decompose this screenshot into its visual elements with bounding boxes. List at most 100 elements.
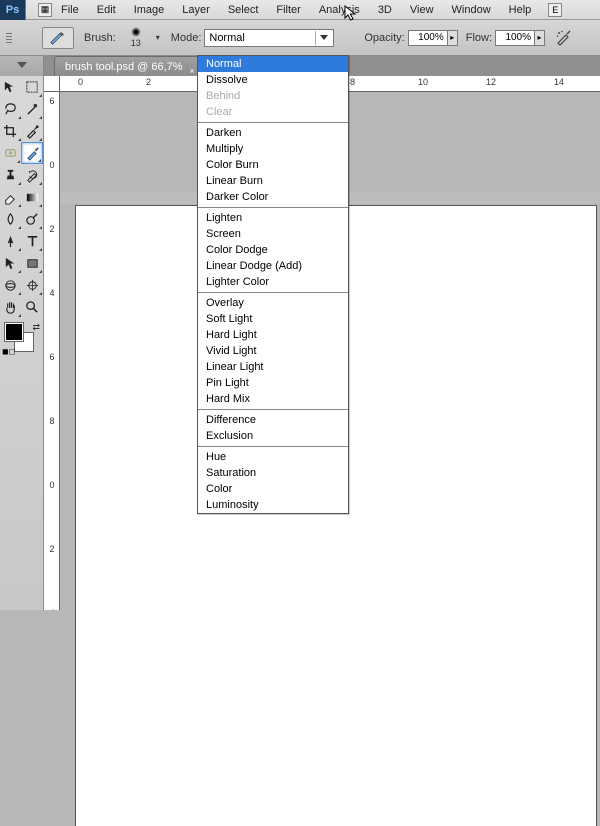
brush-tool[interactable] bbox=[21, 142, 43, 164]
ruler-tick: 0 bbox=[78, 77, 83, 87]
ruler-tick: 4 bbox=[46, 288, 58, 298]
blend-mode-overlay[interactable]: Overlay bbox=[198, 295, 348, 311]
blend-mode-soft-light[interactable]: Soft Light bbox=[198, 311, 348, 327]
menu-separator bbox=[198, 207, 348, 208]
zoom-tool[interactable] bbox=[22, 296, 44, 318]
options-bar: Brush: 13 ▾ Mode: Normal Opacity: 100% ▸… bbox=[0, 20, 600, 56]
path-selection-tool[interactable] bbox=[0, 252, 22, 274]
flow-field[interactable]: 100% bbox=[495, 30, 535, 46]
magic-wand-tool[interactable] bbox=[22, 98, 44, 120]
blend-mode-screen[interactable]: Screen bbox=[198, 226, 348, 242]
blend-mode-dissolve[interactable]: Dissolve bbox=[198, 72, 348, 88]
blend-mode-darken[interactable]: Darken bbox=[198, 125, 348, 141]
document-tab[interactable]: brush tool.psd @ 66,7% × bbox=[54, 56, 200, 76]
menu-filter[interactable]: Filter bbox=[267, 1, 309, 19]
menu-edit[interactable]: Edit bbox=[88, 1, 125, 19]
panel-collapse-strip[interactable] bbox=[0, 56, 44, 76]
opacity-field[interactable]: 100% bbox=[408, 30, 448, 46]
blend-mode-multiply[interactable]: Multiply bbox=[198, 141, 348, 157]
brush-preset-picker[interactable]: 13 bbox=[119, 24, 153, 52]
blend-mode-dropdown[interactable]: NormalDissolveBehindClearDarkenMultiplyC… bbox=[197, 55, 349, 514]
ruler-tick: 2 bbox=[146, 77, 151, 87]
tool-preset-picker[interactable] bbox=[42, 27, 74, 49]
rectangle-shape-tool[interactable] bbox=[22, 252, 44, 274]
menu-layer[interactable]: Layer bbox=[173, 1, 219, 19]
eyedropper-tool[interactable] bbox=[22, 120, 44, 142]
blur-tool[interactable] bbox=[0, 208, 22, 230]
menu-separator bbox=[198, 292, 348, 293]
blend-mode-color-dodge[interactable]: Color Dodge bbox=[198, 242, 348, 258]
ruler-tick: 6 bbox=[46, 352, 58, 362]
menu-window[interactable]: Window bbox=[443, 1, 500, 19]
blend-mode-darker-color[interactable]: Darker Color bbox=[198, 189, 348, 205]
eraser-tool[interactable] bbox=[0, 186, 22, 208]
blend-mode-pin-light[interactable]: Pin Light bbox=[198, 375, 348, 391]
swap-colors-icon[interactable]: ⇄ bbox=[32, 322, 40, 333]
history-brush-tool[interactable] bbox=[22, 164, 44, 186]
menu-file[interactable]: File bbox=[52, 1, 88, 19]
blend-mode-color-burn[interactable]: Color Burn bbox=[198, 157, 348, 173]
brush-flyout-arrow[interactable]: ▾ bbox=[153, 33, 163, 42]
blend-mode-clear: Clear bbox=[198, 104, 348, 120]
3d-orbit-tool[interactable] bbox=[22, 274, 44, 296]
brush-diameter: 13 bbox=[131, 38, 141, 48]
flow-flyout[interactable]: ▸ bbox=[535, 30, 545, 46]
foreground-color-swatch[interactable] bbox=[5, 323, 23, 341]
menu-view[interactable]: View bbox=[401, 1, 443, 19]
type-tool[interactable] bbox=[22, 230, 44, 252]
healing-brush-tool[interactable] bbox=[0, 142, 21, 164]
blend-mode-saturation[interactable]: Saturation bbox=[198, 465, 348, 481]
ruler-tick: 10 bbox=[418, 77, 428, 87]
3d-rotate-tool[interactable] bbox=[0, 274, 22, 296]
menu-image[interactable]: Image bbox=[125, 1, 174, 19]
gradient-tool[interactable] bbox=[22, 186, 44, 208]
blend-mode-color[interactable]: Color bbox=[198, 481, 348, 497]
vertical-ruler[interactable]: 602468024 bbox=[44, 92, 60, 610]
blend-mode-hard-mix[interactable]: Hard Mix bbox=[198, 391, 348, 407]
menu-analysis[interactable]: Analysis bbox=[310, 1, 369, 19]
document-title: brush tool.psd @ 66,7% bbox=[65, 61, 183, 73]
app-logo: Ps bbox=[0, 0, 26, 20]
blend-mode-hard-light[interactable]: Hard Light bbox=[198, 327, 348, 343]
default-colors-icon[interactable]: ◼◻ bbox=[2, 347, 15, 356]
menu-select[interactable]: Select bbox=[219, 1, 268, 19]
blend-mode-select[interactable]: Normal bbox=[204, 29, 334, 47]
blend-mode-exclusion[interactable]: Exclusion bbox=[198, 428, 348, 444]
app-frame-toggle[interactable]: ▦ bbox=[38, 3, 52, 17]
blend-mode-hue[interactable]: Hue bbox=[198, 449, 348, 465]
ruler-tick: 6 bbox=[46, 96, 58, 106]
blend-mode-normal[interactable]: Normal bbox=[198, 56, 348, 72]
blend-mode-behind: Behind bbox=[198, 88, 348, 104]
ruler-origin[interactable] bbox=[44, 76, 60, 92]
ruler-tick: 2 bbox=[46, 224, 58, 234]
clone-stamp-tool[interactable] bbox=[0, 164, 22, 186]
lasso-tool[interactable] bbox=[0, 98, 22, 120]
mode-label: Mode: bbox=[171, 32, 202, 44]
blend-mode-lighten[interactable]: Lighten bbox=[198, 210, 348, 226]
blend-mode-linear-dodge-add-[interactable]: Linear Dodge (Add) bbox=[198, 258, 348, 274]
dodge-tool[interactable] bbox=[22, 208, 44, 230]
blend-mode-linear-burn[interactable]: Linear Burn bbox=[198, 173, 348, 189]
menu-help[interactable]: Help bbox=[500, 1, 541, 19]
ruler-tick: 14 bbox=[554, 77, 564, 87]
menu-3d[interactable]: 3D bbox=[369, 1, 401, 19]
blend-mode-difference[interactable]: Difference bbox=[198, 412, 348, 428]
blend-mode-linear-light[interactable]: Linear Light bbox=[198, 359, 348, 375]
menu-separator bbox=[198, 446, 348, 447]
pen-tool[interactable] bbox=[0, 230, 22, 252]
move-tool[interactable] bbox=[0, 76, 22, 98]
airbrush-icon[interactable] bbox=[555, 29, 573, 47]
essentials-button[interactable]: E bbox=[548, 3, 562, 17]
blend-mode-vivid-light[interactable]: Vivid Light bbox=[198, 343, 348, 359]
marquee-tool[interactable] bbox=[22, 76, 44, 98]
blend-mode-lighter-color[interactable]: Lighter Color bbox=[198, 274, 348, 290]
blend-mode-luminosity[interactable]: Luminosity bbox=[198, 497, 348, 513]
crop-tool[interactable] bbox=[0, 120, 22, 142]
color-swatches: ⇄ ◼◻ bbox=[0, 320, 44, 356]
options-grip[interactable] bbox=[4, 22, 14, 54]
menu-separator bbox=[198, 122, 348, 123]
ruler-tick: 0 bbox=[46, 480, 58, 490]
opacity-flyout[interactable]: ▸ bbox=[448, 30, 458, 46]
ruler-tick: 8 bbox=[46, 416, 58, 426]
hand-tool[interactable] bbox=[0, 296, 22, 318]
